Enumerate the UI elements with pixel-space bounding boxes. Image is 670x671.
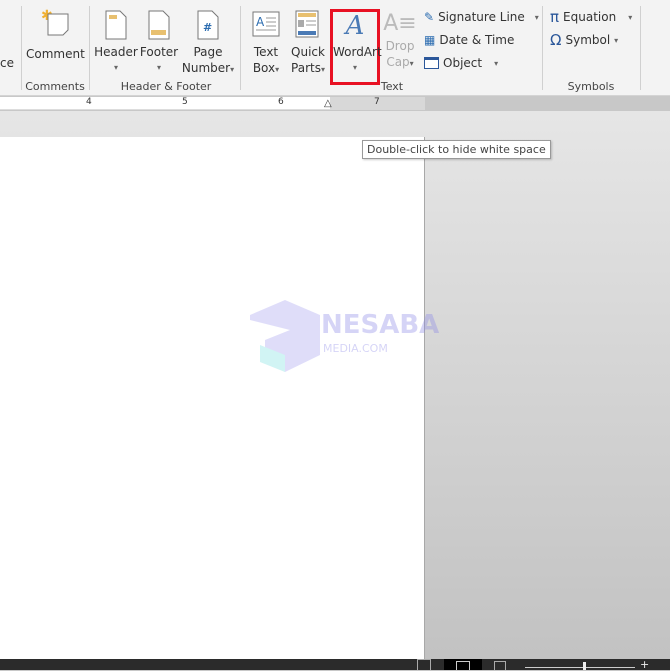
quick-parts-icon: [295, 10, 319, 38]
drop-cap-icon: A≡: [383, 11, 417, 36]
drop-cap-label-1: Drop: [385, 39, 415, 53]
footer-icon: [148, 10, 170, 40]
date-time-button[interactable]: ▦ Date & Time: [424, 30, 514, 50]
watermark-text: NESABA: [321, 310, 440, 340]
object-label: Object: [443, 56, 483, 70]
footer-label: Footer: [139, 45, 179, 59]
ruler-mark: 6: [278, 97, 284, 107]
divider: [640, 6, 641, 90]
ruler-mark: 7: [374, 97, 380, 107]
wordart-icon: A: [345, 11, 365, 41]
quick-parts-button[interactable]: Quick Parts▾: [288, 10, 328, 78]
ruler-mark: 5: [182, 97, 188, 107]
drop-cap-button[interactable]: A≡ Drop Cap▾: [382, 10, 418, 72]
page-number-label-1: Page: [193, 45, 223, 59]
divider: [21, 6, 22, 90]
group-symbols: Symbols: [567, 80, 615, 93]
status-bar: +: [0, 659, 670, 670]
divider: [240, 6, 241, 90]
equation-button[interactable]: π Equation ▾: [550, 7, 632, 27]
document-page[interactable]: [0, 137, 425, 659]
page-number-button[interactable]: # Page Number▾: [180, 10, 236, 78]
comment-button[interactable]: ✱ Comment: [26, 8, 85, 62]
text-box-button[interactable]: A Text Box▾: [246, 10, 286, 78]
indent-marker-icon[interactable]: △: [324, 98, 332, 109]
header-label: Header: [94, 45, 138, 59]
signature-line-label: Signature Line: [438, 10, 525, 24]
date-time-icon: ▦: [424, 33, 436, 47]
symbol-label: Symbol: [565, 33, 611, 47]
watermark-subtext: MEDIA.COM: [323, 342, 388, 355]
equation-label: Equation: [563, 10, 617, 24]
object-button[interactable]: Object ▾: [424, 53, 498, 73]
logo-icon: [250, 300, 320, 372]
page-number-icon: #: [197, 10, 219, 40]
comment-label: Comment: [26, 47, 85, 61]
zoom-slider-thumb[interactable]: [583, 662, 586, 670]
signature-line-button[interactable]: ✎ Signature Line ▾: [424, 7, 539, 27]
ribbon-insert: ce ✱ Comment Comments Header ▾ Footer ▾ …: [0, 0, 670, 96]
horizontal-ruler[interactable]: 4 5 6 7 △: [0, 97, 425, 110]
object-icon: [424, 57, 439, 69]
svg-text:A: A: [256, 15, 265, 29]
zoom-in-icon[interactable]: +: [640, 659, 649, 670]
quick-parts-label-2: Parts: [291, 61, 321, 75]
wordart-button[interactable]: A WordArt ▾: [330, 9, 382, 85]
drop-cap-label-2: Cap: [386, 55, 410, 69]
pi-icon: π: [550, 8, 560, 26]
web-layout-icon[interactable]: [494, 661, 506, 670]
comment-icon: ✱: [41, 8, 69, 36]
watermark-logo: NESABA MEDIA.COM: [245, 300, 439, 378]
ruler-mark: 4: [86, 97, 92, 107]
quick-parts-label-1: Quick: [291, 45, 325, 59]
print-layout-button[interactable]: [444, 659, 482, 670]
header-icon: [105, 10, 127, 40]
text-box-label-2: Box: [252, 61, 276, 75]
footer-button[interactable]: Footer ▾: [138, 10, 180, 76]
group-text: Text: [380, 80, 404, 93]
tooltip: Double-click to hide white space: [362, 140, 551, 159]
svg-text:#: #: [203, 21, 212, 34]
signature-line-icon: ✎: [424, 10, 435, 24]
group-comments: Comments: [25, 80, 85, 93]
wordart-label: WordArt: [333, 45, 382, 59]
read-mode-icon[interactable]: [417, 659, 431, 670]
zoom-slider[interactable]: [525, 667, 635, 668]
page-number-label-2: Number: [181, 61, 231, 75]
group-header-footer: Header & Footer: [120, 80, 212, 93]
partial-button-label[interactable]: ce: [0, 56, 14, 70]
header-button[interactable]: Header ▾: [94, 10, 138, 76]
symbol-button[interactable]: Ω Symbol ▾: [550, 30, 618, 50]
date-time-label: Date & Time: [439, 33, 515, 47]
omega-icon: Ω: [550, 31, 562, 49]
text-box-icon: A: [252, 11, 280, 37]
divider: [542, 6, 543, 90]
text-box-label-1: Text: [253, 45, 279, 59]
divider: [89, 6, 90, 90]
